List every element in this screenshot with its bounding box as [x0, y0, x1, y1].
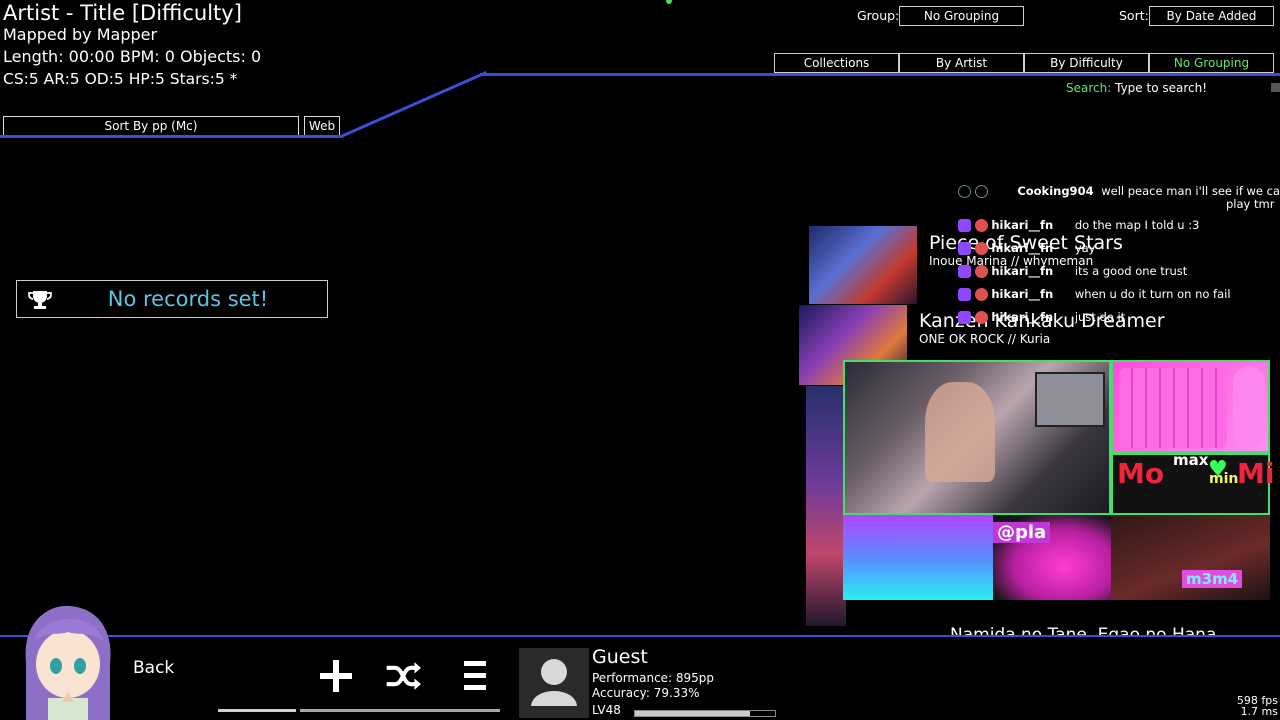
chat-username: hikari__fn — [991, 218, 1054, 232]
group-label: Group: — [857, 8, 900, 23]
options-underline — [300, 709, 500, 712]
chat-text: do the map I told u :3 — [1074, 218, 1200, 232]
avatar-icon — [974, 242, 988, 255]
grouping-tabs: Collections By Artist By Difficulty No G… — [774, 53, 1274, 73]
tab-collections[interactable]: Collections — [774, 53, 899, 73]
twitch-icon — [958, 288, 971, 301]
song-thumbnail — [809, 226, 917, 304]
mood-meter-right: Mi — [1237, 457, 1275, 490]
keyboard-cam — [1111, 360, 1270, 453]
search-box[interactable]: Search: Type to search! — [1066, 81, 1207, 95]
tab-no-grouping[interactable]: No Grouping — [1149, 53, 1274, 73]
mood-meter: Mo max ♥ min Mi — [1111, 451, 1274, 515]
overlay-gradient — [843, 515, 993, 600]
level-text: LV48 — [592, 703, 621, 717]
performance-text: Performance: 895pp — [592, 671, 715, 685]
twitch-icon — [958, 265, 971, 278]
mood-meter-min: min — [1209, 471, 1239, 487]
tab-by-difficulty[interactable]: By Difficulty — [1024, 53, 1149, 73]
mood-meter-max: max — [1173, 451, 1209, 469]
song-panel[interactable]: Namida no Tane, Egao no Hana — [830, 622, 1280, 636]
accuracy-text: Accuracy: 79.33% — [592, 686, 700, 700]
chat-message: hikari__fn just do it — [958, 310, 1125, 324]
avatar-icon — [974, 311, 988, 324]
mode-underline — [218, 709, 296, 712]
chat-message: hikari__fn do the map I told u :3 — [958, 218, 1199, 232]
song-artist: ONE OK ROCK // Kuria — [919, 332, 1051, 346]
header-line — [0, 135, 343, 138]
avatar-icon — [974, 219, 988, 232]
no-records-text: No records set! — [107, 287, 269, 311]
chat-message: hikari__fn yay — [958, 241, 1095, 255]
streamer-image — [925, 382, 995, 482]
leaderboard-panel: No records set! — [16, 280, 328, 318]
chat-username: Cooking904 — [1017, 184, 1094, 198]
chat-text: just do it — [1074, 310, 1126, 324]
mood-meter-left: Mo — [1117, 457, 1165, 490]
header-line-diagonal — [340, 70, 488, 138]
tab-by-artist[interactable]: By Artist — [899, 53, 1024, 73]
chat-message: hikari__fn its a good one trust — [958, 264, 1187, 278]
chat-username: hikari__fn — [991, 310, 1054, 324]
frame-time: 1.7 ms — [1240, 705, 1278, 718]
back-button[interactable]: Back — [133, 658, 174, 678]
chat-text: well peace man i'll see if we can — [1101, 184, 1280, 198]
status-dot — [666, 0, 672, 4]
mouse-image — [1233, 366, 1265, 448]
sort-by-pp-button[interactable]: Sort By pp (Mc) — [3, 116, 299, 136]
monitor-image — [1035, 372, 1105, 427]
user-icon — [974, 185, 988, 198]
web-button[interactable]: Web — [304, 116, 340, 136]
sort-label: Sort: — [1119, 8, 1149, 23]
fps-counter: 598 fps 1.7 ms — [1237, 695, 1278, 717]
group-dropdown[interactable]: No Grouping — [899, 6, 1024, 26]
user-icon — [531, 659, 577, 706]
menu-icon[interactable] — [460, 658, 496, 694]
overlay-tag: m3m4 — [1182, 570, 1243, 588]
chat-username: hikari__fn — [991, 264, 1054, 278]
overlay-handle: @pla — [993, 522, 1051, 543]
mascot-avatar[interactable] — [18, 602, 118, 720]
beatmap-info: Artist - Title [Difficulty] Mapped by Ma… — [3, 2, 261, 90]
beatmap-stats: CS:5 AR:5 OD:5 HP:5 Stars:5 * — [3, 70, 238, 88]
avatar-icon — [974, 288, 988, 301]
keyboard-image — [1119, 368, 1227, 448]
beatmap-length: Length: 00:00 BPM: 0 Objects: 0 — [3, 47, 262, 66]
user-avatar[interactable] — [519, 648, 589, 718]
sort-dropdown[interactable]: By Date Added — [1149, 6, 1274, 26]
chat-username: hikari__fn — [991, 241, 1054, 255]
chat-username: hikari__fn — [991, 287, 1054, 301]
plus-icon[interactable] — [318, 658, 354, 694]
chat-message-cont: play tmr — [1226, 197, 1275, 211]
twitch-icon — [958, 311, 971, 324]
chat-text: when u do it turn on no fail — [1074, 287, 1231, 301]
level-progress-fill — [635, 711, 750, 716]
twitch-icon — [958, 219, 971, 232]
twitch-icon — [958, 242, 971, 255]
song-thumbnail-stack — [806, 386, 846, 626]
scrollbar[interactable] — [1271, 83, 1280, 92]
shuffle-icon[interactable] — [385, 658, 421, 694]
footer-line — [0, 635, 1280, 637]
badge-icon — [958, 185, 971, 198]
chat-text: yay — [1074, 241, 1096, 255]
header-line-right — [480, 73, 1280, 76]
avatar-icon — [974, 265, 988, 278]
search-placeholder: Type to search! — [1115, 81, 1208, 95]
chat-message: Cooking904 well peace man i'll see if we… — [958, 184, 1280, 198]
beatmap-mapper: Mapped by Mapper — [3, 25, 158, 44]
beatmap-title: Artist - Title [Difficulty] — [3, 1, 242, 25]
username[interactable]: Guest — [592, 646, 648, 668]
webcam-feed — [843, 360, 1111, 515]
level-progress-bar — [634, 710, 776, 717]
chat-text: its a good one trust — [1074, 264, 1188, 278]
chat-message: hikari__fn when u do it turn on no fail — [958, 287, 1231, 301]
search-label: Search: — [1066, 81, 1112, 95]
